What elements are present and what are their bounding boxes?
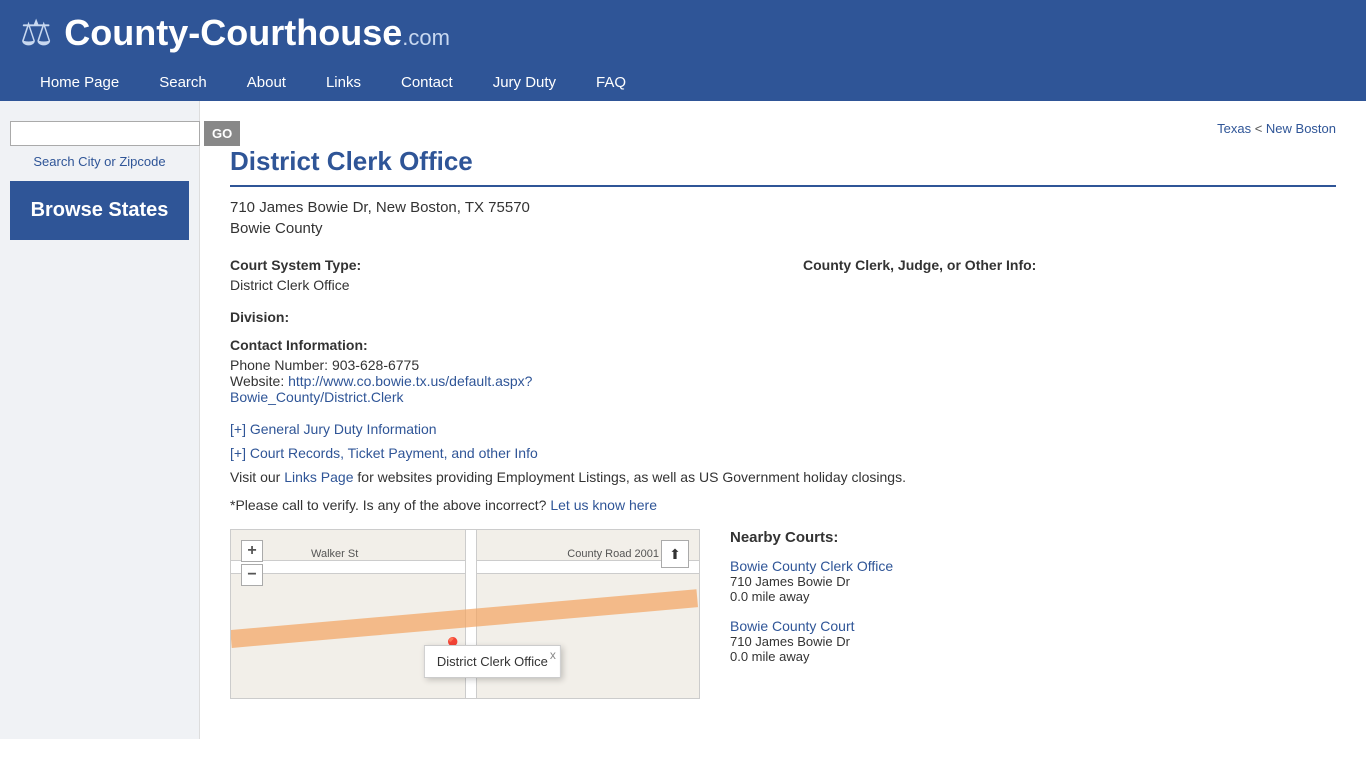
nav-item-home[interactable]: Home Page: [20, 64, 139, 101]
links-text-suffix: for websites providing Employment Listin…: [354, 469, 906, 485]
let-us-know-link[interactable]: Let us know here: [550, 497, 657, 513]
header-top: ⚖ County-Courthouse.com: [20, 12, 1346, 64]
phone: Phone Number: 903-628-6775: [230, 357, 1336, 373]
scales-icon: ⚖: [20, 12, 52, 54]
main-content: Texas < New Boston District Clerk Office…: [200, 101, 1366, 739]
map-zoom-out-button[interactable]: −: [241, 564, 263, 586]
judge-label: County Clerk, Judge, or Other Info:: [803, 257, 1336, 273]
search-box-container: GO: [10, 121, 189, 146]
site-title: County-Courthouse.com: [64, 12, 450, 54]
header: ⚖ County-Courthouse.com Home PageSearchA…: [0, 0, 1366, 101]
sidebar: GO Search City or Zipcode Browse States: [0, 101, 200, 739]
contact-section: Contact Information: Phone Number: 903-6…: [230, 337, 1336, 405]
nearby-court-distance: 0.0 mile away: [730, 649, 1336, 664]
map-label-county-road: County Road 2001: [567, 548, 659, 560]
map-popup-close[interactable]: x: [550, 648, 556, 662]
division-section: Division:: [230, 309, 1336, 325]
court-system-value: District Clerk Office: [230, 277, 763, 293]
map-zoom-in-button[interactable]: +: [241, 540, 263, 562]
nearby-court-address: 710 James Bowie Dr: [730, 634, 1336, 649]
website-line: Website: http://www.co.bowie.tx.us/defau…: [230, 373, 1336, 405]
search-label: Search City or Zipcode: [10, 154, 189, 169]
site-name: County-Courthouse: [64, 12, 402, 53]
site-com: .com: [402, 25, 450, 50]
court-system-col: Court System Type: District Clerk Office: [230, 257, 763, 293]
nearby-courts-title: Nearby Courts:: [730, 529, 1336, 546]
nearby-court-name[interactable]: Bowie County Court: [730, 618, 1336, 634]
breadcrumb: Texas < New Boston: [230, 121, 1336, 136]
links-text: Visit our Links Page for websites provid…: [230, 469, 1336, 485]
nav-item-search[interactable]: Search: [139, 64, 227, 101]
contact-label: Contact Information:: [230, 337, 1336, 353]
nav-item-contact[interactable]: Contact: [381, 64, 473, 101]
details-grid: Court System Type: District Clerk Office…: [230, 257, 1336, 293]
content-wrapper: GO Search City or Zipcode Browse States …: [0, 101, 1366, 739]
nav-item-jury-duty[interactable]: Jury Duty: [473, 64, 576, 101]
map-container: + − ⬆ Walker St County Road 2001 📍 x Dis…: [230, 529, 700, 699]
links-page-link[interactable]: Links Page: [284, 469, 353, 485]
map-share-button[interactable]: ⬆: [661, 540, 689, 568]
division-label: Division:: [230, 309, 1336, 325]
nearby-court-distance: 0.0 mile away: [730, 589, 1336, 604]
map-popup-label: District Clerk Office: [437, 654, 548, 669]
nearby-courts: Nearby Courts: Bowie County Clerk Office…: [720, 529, 1336, 699]
court-records-link[interactable]: [+] Court Records, Ticket Payment, and o…: [230, 445, 1336, 461]
address: 710 James Bowie Dr, New Boston, TX 75570: [230, 199, 1336, 216]
bottom-section: + − ⬆ Walker St County Road 2001 📍 x Dis…: [230, 529, 1336, 699]
links-text-prefix: Visit our: [230, 469, 284, 485]
nav-item-about[interactable]: About: [227, 64, 306, 101]
page-title: District Clerk Office: [230, 146, 1336, 187]
county: Bowie County: [230, 220, 1336, 237]
nearby-court-item: Bowie County Clerk Office 710 James Bowi…: [730, 558, 1336, 604]
verify-text: *Please call to verify. Is any of the ab…: [230, 497, 1336, 513]
jury-duty-link[interactable]: [+] General Jury Duty Information: [230, 421, 1336, 437]
verify-prefix: *Please call to verify. Is any of the ab…: [230, 497, 550, 513]
breadcrumb-city[interactable]: New Boston: [1266, 121, 1336, 136]
court-system-label: Court System Type:: [230, 257, 763, 273]
breadcrumb-separator: <: [1251, 121, 1266, 136]
judge-col: County Clerk, Judge, or Other Info:: [803, 257, 1336, 293]
main-nav: Home PageSearchAboutLinksContactJury Dut…: [20, 64, 1346, 101]
map-popup: x District Clerk Office: [424, 645, 561, 678]
breadcrumb-state[interactable]: Texas: [1217, 121, 1251, 136]
map-label-walker-st: Walker St: [311, 548, 358, 560]
nearby-court-name[interactable]: Bowie County Clerk Office: [730, 558, 1336, 574]
nav-item-faq[interactable]: FAQ: [576, 64, 646, 101]
browse-states-button[interactable]: Browse States: [10, 181, 189, 240]
nearby-court-item: Bowie County Court 710 James Bowie Dr 0.…: [730, 618, 1336, 664]
website-prefix: Website:: [230, 373, 288, 389]
search-input[interactable]: [10, 121, 200, 146]
nearby-courts-list: Bowie County Clerk Office 710 James Bowi…: [730, 558, 1336, 664]
nearby-court-address: 710 James Bowie Dr: [730, 574, 1336, 589]
nav-item-links[interactable]: Links: [306, 64, 381, 101]
